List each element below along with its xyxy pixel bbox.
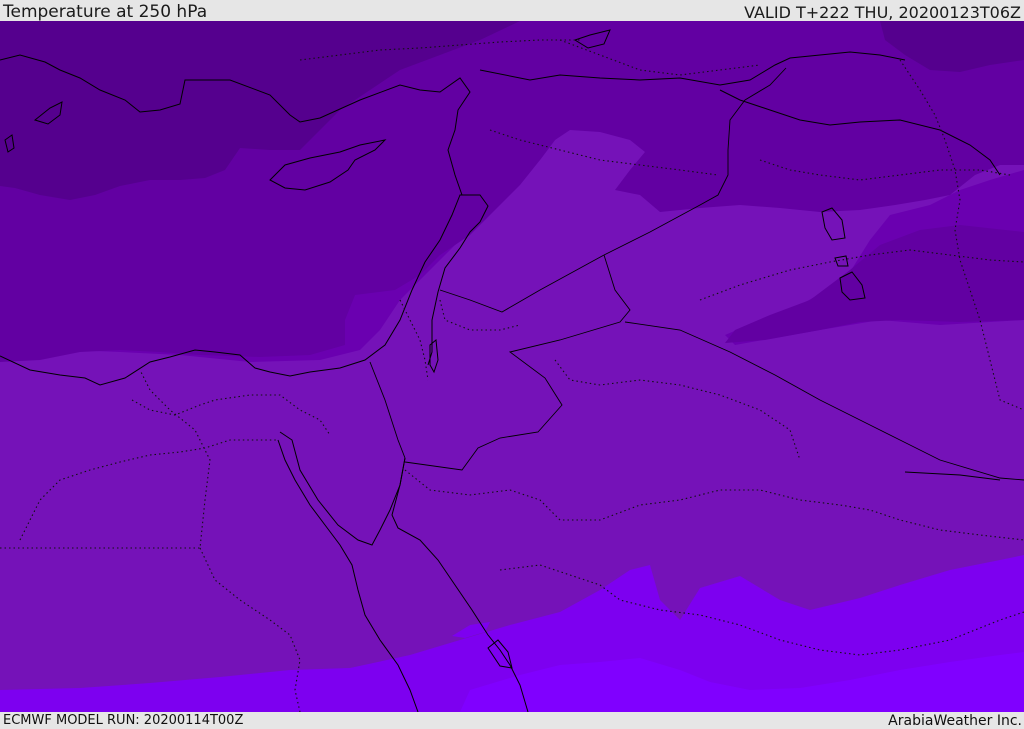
footer-bar: ECMWF MODEL RUN: 20200114T00Z ArabiaWeat… xyxy=(0,712,1024,729)
map-title: Temperature at 250 hPa xyxy=(3,2,208,22)
weather-map xyxy=(0,21,1024,712)
credit-label: ArabiaWeather Inc. xyxy=(888,713,1022,729)
model-run-label: ECMWF MODEL RUN: 20200114T00Z xyxy=(3,713,244,728)
header-bar: Temperature at 250 hPa VALID T+222 THU, … xyxy=(0,0,1024,21)
valid-time: VALID T+222 THU, 20200123T06Z xyxy=(744,3,1021,22)
